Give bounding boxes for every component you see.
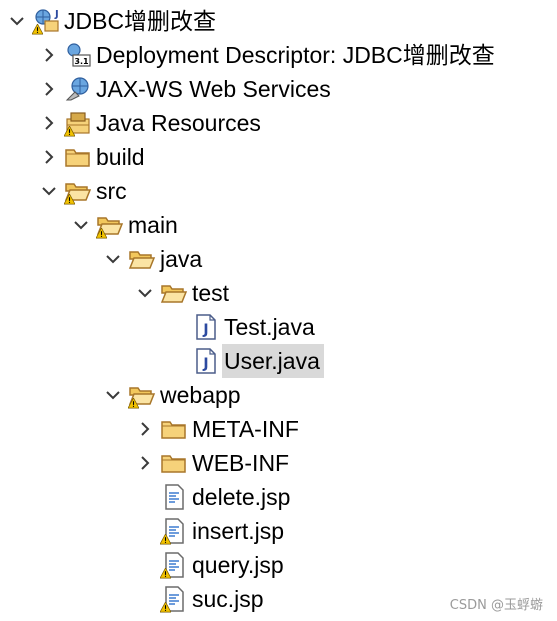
tree-item-test[interactable]: test [134,276,229,310]
tree-item-label: User.java [222,344,324,378]
folder-open-icon [96,211,124,239]
chevron-down-icon[interactable] [38,174,60,208]
web-services-icon [64,75,92,103]
tree-item-java[interactable]: java [102,242,202,276]
chevron-right-icon[interactable] [134,412,156,446]
tree-item-insert[interactable]: insert.jsp [134,514,284,548]
tree-item-javares[interactable]: Java Resources [38,106,261,140]
tree-item-label: Java Resources [96,110,261,136]
tree-item-build[interactable]: build [38,140,145,174]
tree-item-webinf[interactable]: WEB-INF [134,446,289,480]
svg-text:J: J [202,356,208,372]
tree-item-query[interactable]: query.jsp [134,548,284,582]
chevron-right-icon[interactable] [38,38,60,72]
folder-open-icon [160,279,188,307]
java-file-icon: J [192,313,220,341]
deployment-descriptor-icon: 3.1 [64,41,92,69]
java-resources-icon [64,109,92,137]
tree-item-label: java [160,246,203,272]
tree-item-userjava[interactable]: J User.java [166,344,324,378]
jsp-file-icon [160,551,188,579]
folder-open-icon [128,381,156,409]
folder-icon [160,449,188,477]
tree-item-delete[interactable]: delete.jsp [134,480,290,514]
tree-item-webapp[interactable]: webapp [102,378,241,412]
tree-item-metainf[interactable]: META-INF [134,412,299,446]
tree-item-label: webapp [160,382,241,408]
tree-item-label: WEB-INF [192,450,290,476]
chevron-right-icon[interactable] [38,72,60,106]
tree-item-suc[interactable]: suc.jsp [134,582,264,616]
svg-text:3.1: 3.1 [74,57,89,66]
chevron-down-icon[interactable] [70,208,92,242]
tree-item-label: build [96,144,145,170]
folder-open-icon [64,177,92,205]
tree-item-label: JDBC增删改查 [64,8,217,34]
tree-item-label: src [96,178,127,204]
chevron-down-icon[interactable] [134,276,156,310]
tree-item-label: Deployment Descriptor: JDBC增删改查 [96,42,495,68]
jsp-file-icon [160,585,188,613]
folder-open-icon [128,245,156,273]
svg-text:J: J [202,322,208,338]
java-file-icon: J [192,347,220,375]
tree-item-label: main [128,212,178,238]
jsp-file-icon [160,483,188,511]
watermark: CSDN @玉蜉蝣 [449,598,543,613]
folder-icon [160,415,188,443]
chevron-right-icon[interactable] [38,140,60,174]
tree-item-label: insert.jsp [192,518,285,544]
tree-item-label: query.jsp [192,552,284,578]
tree-item-label: Test.java [224,314,315,340]
tree-item-deploy[interactable]: 3.1 Deployment Descriptor: JDBC增删改查 [38,38,495,72]
tree-item-label: suc.jsp [192,586,264,612]
tree-item-label: META-INF [192,416,299,442]
jsp-file-icon [160,517,188,545]
chevron-right-icon[interactable] [38,106,60,140]
folder-icon [64,143,92,171]
chevron-down-icon[interactable] [6,4,28,38]
chevron-right-icon[interactable] [134,446,156,480]
chevron-down-icon[interactable] [102,242,124,276]
tree-item-label: test [192,280,230,306]
svg-text:J: J [54,9,59,20]
tree-item-project[interactable]: J JDBC增删改查 [6,4,216,38]
tree-item-src[interactable]: src [38,174,127,208]
tree-item-label: JAX-WS Web Services [96,76,331,102]
tree-item-testjava[interactable]: J Test.java [166,310,315,344]
chevron-down-icon[interactable] [102,378,124,412]
tree-item-label: delete.jsp [192,484,291,510]
tree-item-jaxws[interactable]: JAX-WS Web Services [38,72,331,106]
tree-item-main[interactable]: main [70,208,178,242]
web-project-icon: J [32,7,60,35]
